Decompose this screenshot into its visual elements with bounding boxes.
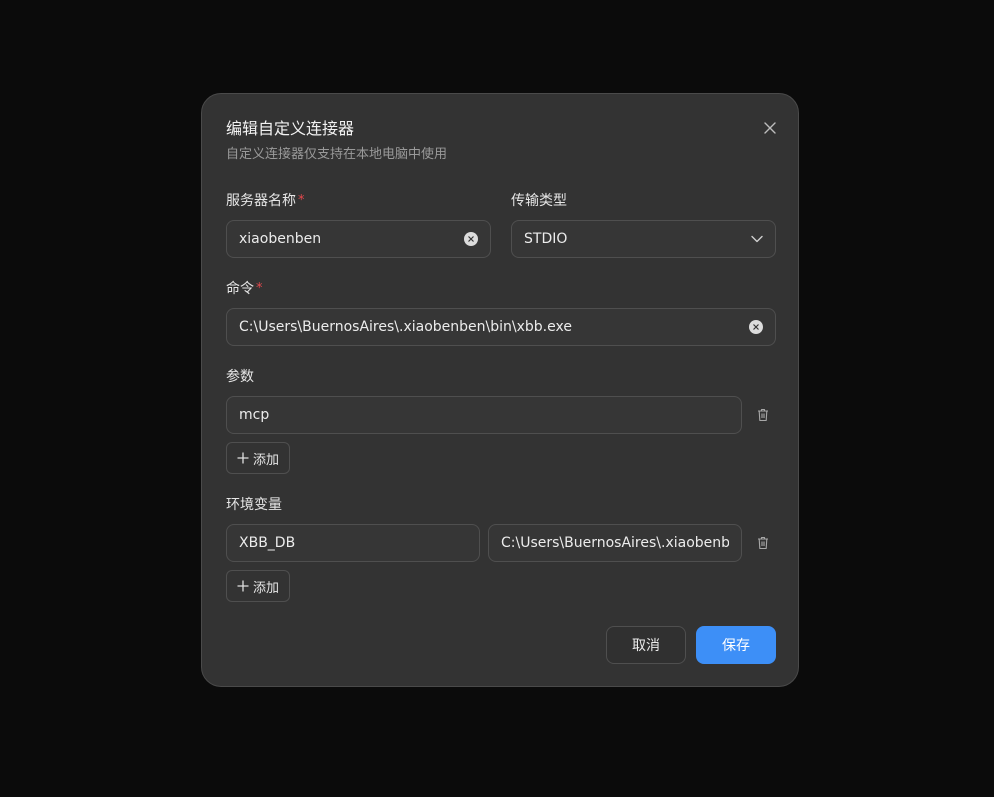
close-icon bbox=[764, 122, 776, 134]
required-mark: * bbox=[298, 193, 305, 208]
close-button[interactable] bbox=[758, 116, 782, 140]
command-label-text: 命令 bbox=[226, 281, 254, 297]
add-env-button[interactable]: 添加 bbox=[226, 570, 291, 602]
save-button[interactable]: 保存 bbox=[696, 626, 776, 664]
clear-command-button[interactable] bbox=[749, 320, 763, 334]
command-input[interactable]: C:\Users\BuernosAires\.xiaobenben\bin\xb… bbox=[226, 308, 776, 346]
trash-icon bbox=[758, 408, 768, 422]
transport-type-select[interactable]: STDIO bbox=[511, 220, 776, 258]
arg-value: mcp bbox=[239, 407, 270, 423]
chevron-down-icon bbox=[751, 235, 763, 243]
add-arg-label: 添加 bbox=[253, 452, 280, 468]
plus-icon bbox=[237, 452, 249, 464]
env-label-text: 环境变量 bbox=[226, 497, 282, 513]
args-label-text: 参数 bbox=[226, 369, 254, 385]
server-name-label-text: 服务器名称 bbox=[226, 193, 296, 209]
arg-input[interactable]: mcp bbox=[226, 396, 742, 434]
dialog-subtitle: 自定义连接器仅支持在本地电脑中使用 bbox=[226, 147, 448, 162]
server-name-value: xiaobenben bbox=[239, 231, 322, 247]
add-env-label: 添加 bbox=[253, 580, 280, 596]
server-name-input[interactable]: xiaobenben bbox=[226, 220, 491, 258]
command-label: 命令 * bbox=[226, 280, 263, 298]
plus-icon bbox=[237, 580, 249, 592]
command-value: C:\Users\BuernosAires\.xiaobenben\bin\xb… bbox=[239, 319, 572, 335]
env-key-value: XBB_DB bbox=[239, 535, 296, 551]
transport-type-label-text: 传输类型 bbox=[511, 193, 567, 209]
args-label: 参数 bbox=[226, 368, 254, 386]
edit-connector-dialog: 编辑自定义连接器 自定义连接器仅支持在本地电脑中使用 服务器名称 * xiaobe… bbox=[201, 93, 799, 687]
transport-type-value: STDIO bbox=[524, 231, 568, 247]
delete-env-button[interactable] bbox=[753, 533, 773, 553]
env-value-input[interactable]: C:\Users\BuernosAires\.xiaobenben bbox=[488, 524, 742, 562]
add-arg-button[interactable]: 添加 bbox=[226, 442, 291, 474]
dialog-title: 编辑自定义连接器 bbox=[226, 119, 355, 138]
env-label: 环境变量 bbox=[226, 496, 282, 514]
delete-arg-button[interactable] bbox=[753, 405, 773, 425]
cancel-button[interactable]: 取消 bbox=[606, 626, 686, 664]
clear-server-name-button[interactable] bbox=[464, 232, 478, 246]
server-name-label: 服务器名称 * bbox=[226, 192, 305, 210]
trash-icon bbox=[758, 536, 768, 550]
clear-icon bbox=[468, 236, 474, 242]
transport-type-label: 传输类型 bbox=[511, 192, 567, 210]
required-mark: * bbox=[256, 281, 263, 296]
clear-icon bbox=[753, 324, 759, 330]
env-value-value: C:\Users\BuernosAires\.xiaobenben bbox=[501, 535, 729, 551]
env-key-input[interactable]: XBB_DB bbox=[226, 524, 480, 562]
